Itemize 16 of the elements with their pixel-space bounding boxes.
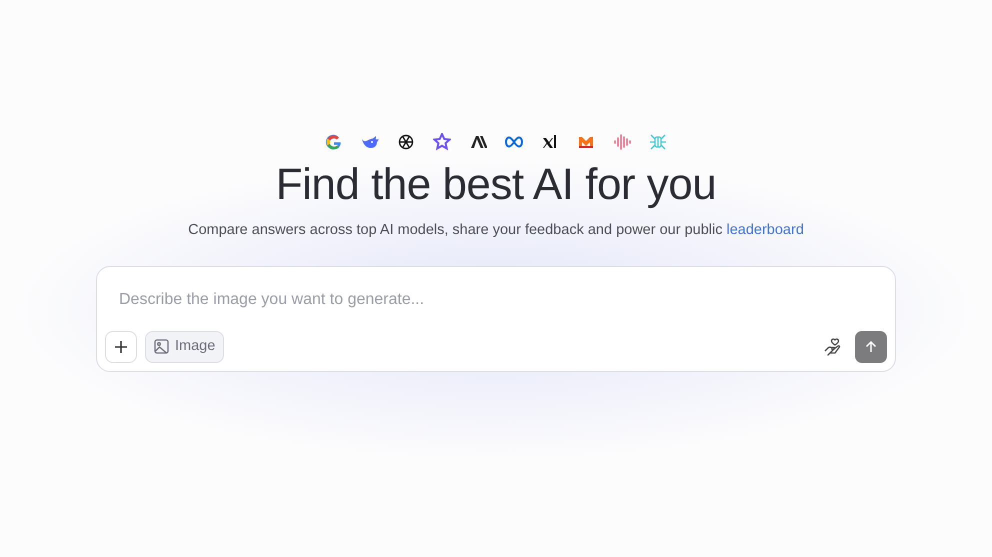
add-button[interactable] [105,330,137,363]
image-icon [154,339,169,354]
leaderboard-link[interactable]: leaderboard [726,222,804,238]
image-button[interactable]: Image [145,330,224,363]
page-heading: Find the best AI for you [276,163,716,207]
plus-icon [114,340,128,354]
heart-hand-icon [823,336,843,357]
star-icon [433,133,451,151]
prompt-field[interactable]: Describe the image you want to generate... [117,286,877,313]
arrow-up-icon [864,340,878,354]
subtitle: Compare answers across top AI models, share your feedback and power our public leaderboard [188,221,804,240]
letter-x-icon [541,133,559,151]
sound-wave-icon [613,133,631,151]
letter-a-icon [469,133,487,151]
letter-g-icon [325,133,343,151]
spider-icon [649,133,667,151]
